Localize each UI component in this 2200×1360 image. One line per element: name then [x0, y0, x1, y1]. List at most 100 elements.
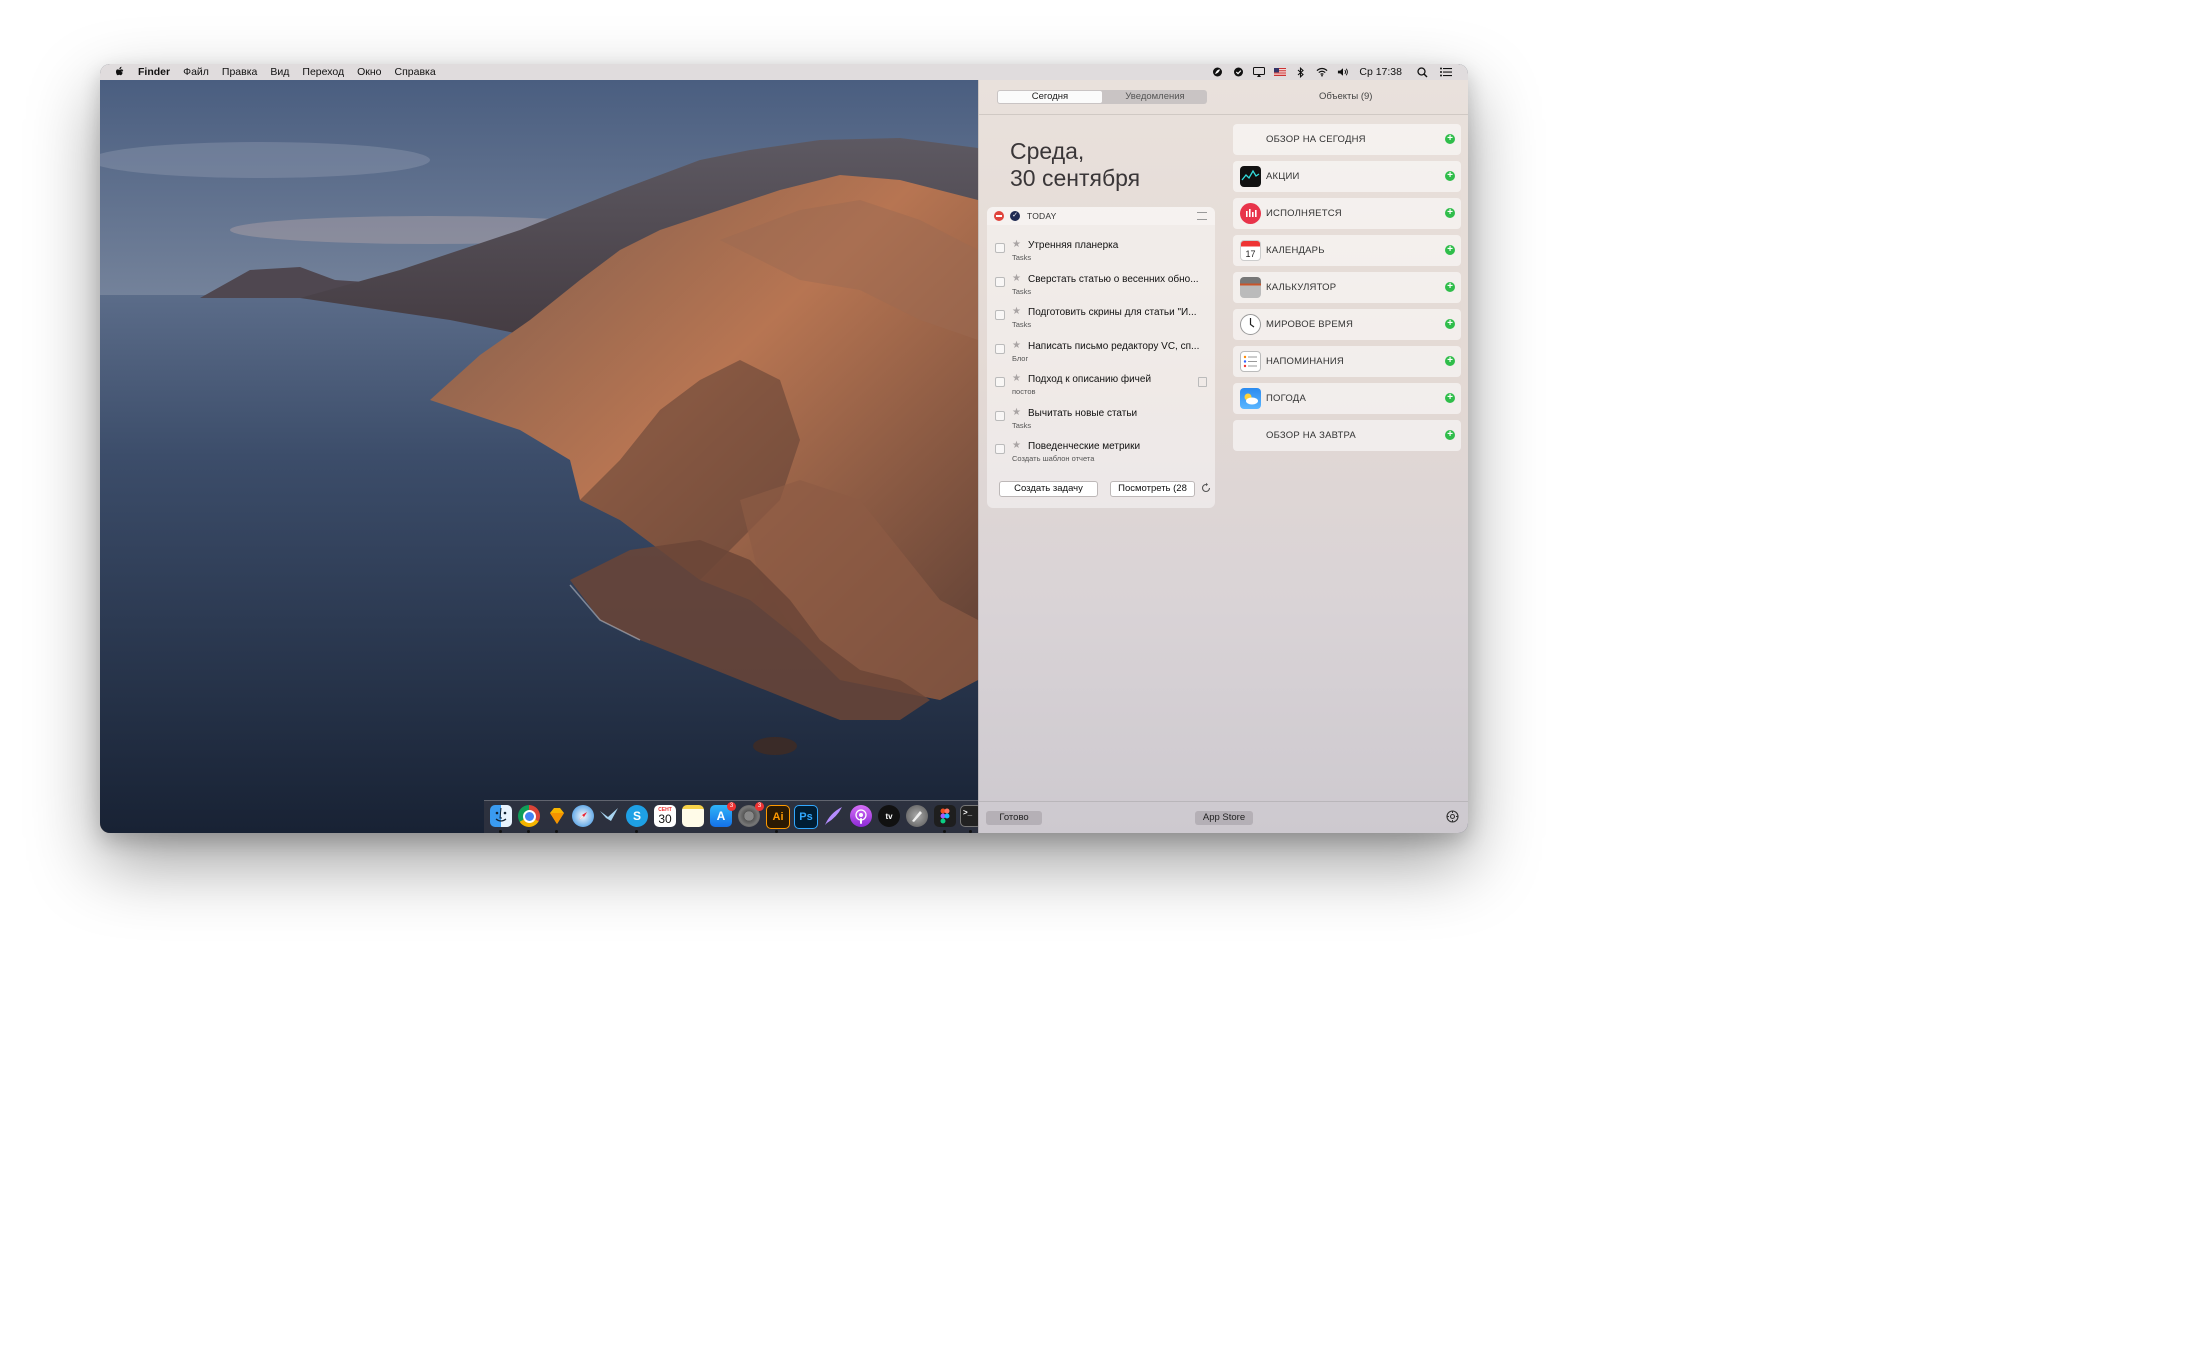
search-icon[interactable]	[1416, 66, 1428, 77]
object-label: ОБЗОР НА ЗАВТРА	[1266, 430, 1356, 441]
nc-header-divider	[979, 114, 1468, 115]
add-icon[interactable]: +	[1445, 245, 1455, 255]
task-item[interactable]: ★ Написать письмо редактору VC, сп... Бл…	[987, 339, 1215, 371]
task-title: Поведенческие метрики	[1028, 441, 1141, 452]
star-icon[interactable]: ★	[1012, 273, 1021, 285]
skype-icon[interactable]: S	[626, 805, 648, 827]
calendar-icon[interactable]: СЕНТ 30	[654, 805, 676, 827]
us-flag-icon[interactable]	[1274, 67, 1287, 77]
task-item[interactable]: ★ Подготовить скрины для статьи "И... Ta…	[987, 305, 1215, 337]
remove-widget-icon[interactable]	[994, 211, 1004, 221]
task-title: Написать письмо редактору VC, сп...	[1028, 341, 1200, 352]
airplay-icon[interactable]	[1253, 67, 1266, 77]
reminders-icon	[1240, 351, 1261, 372]
photoshop-icon[interactable]: Ps	[794, 805, 818, 829]
task-checkbox[interactable]	[995, 277, 1005, 287]
object-calculator[interactable]: КАЛЬКУЛЯТОР +	[1233, 272, 1461, 303]
object-weather[interactable]: ПОГОДА +	[1233, 383, 1461, 414]
chrome-icon[interactable]	[518, 805, 540, 827]
finder-icon[interactable]	[490, 805, 512, 827]
sketch-icon[interactable]	[546, 805, 568, 827]
migrate-icon[interactable]	[598, 805, 620, 827]
star-icon[interactable]: ★	[1012, 407, 1021, 419]
tab-notifications[interactable]: Уведомления	[1103, 90, 1207, 104]
view-tasks-button[interactable]: Посмотреть (28	[1110, 481, 1195, 497]
object-overview-tomorrow[interactable]: ОБЗОР НА ЗАВТРА +	[1233, 420, 1461, 451]
refresh-icon[interactable]	[1200, 482, 1212, 494]
task-item[interactable]: ★ Сверстать статью о весенних обно... Ta…	[987, 272, 1215, 304]
app-store-button[interactable]: App Store	[1195, 811, 1253, 825]
add-icon[interactable]: +	[1445, 356, 1455, 366]
add-icon[interactable]: +	[1445, 171, 1455, 181]
menu-view[interactable]: Вид	[270, 66, 289, 78]
menu-file[interactable]: Файл	[183, 66, 209, 78]
star-icon[interactable]: ★	[1012, 340, 1021, 352]
tab-today[interactable]: Сегодня	[998, 91, 1102, 103]
task-title: Сверстать статью о весенних обно...	[1028, 274, 1199, 285]
bluetooth-icon[interactable]	[1295, 66, 1307, 78]
task-item[interactable]: ★ Утренняя планерка Tasks	[987, 238, 1215, 270]
add-icon[interactable]: +	[1445, 319, 1455, 329]
task-checkbox[interactable]	[995, 243, 1005, 253]
menubar-clock[interactable]: Ср 17:38	[1359, 66, 1402, 78]
task-title: Подход к описанию фичей	[1028, 374, 1152, 385]
task-checkbox[interactable]	[995, 310, 1005, 320]
terminal-running-dot	[969, 830, 972, 833]
object-calendar[interactable]: 17 КАЛЕНДАРЬ +	[1233, 235, 1461, 266]
object-world-clock[interactable]: МИРОВОЕ ВРЕМЯ +	[1233, 309, 1461, 340]
add-icon[interactable]: +	[1445, 393, 1455, 403]
star-icon[interactable]: ★	[1012, 239, 1021, 251]
date-weekday: Среда,	[1010, 138, 1085, 164]
menu-window[interactable]: Окно	[357, 66, 381, 78]
date-day: 30 сентября	[1010, 165, 1141, 191]
add-icon[interactable]: +	[1445, 430, 1455, 440]
task-checkbox[interactable]	[995, 444, 1005, 454]
drag-handle-icon[interactable]	[1197, 212, 1207, 220]
task-checkbox[interactable]	[995, 344, 1005, 354]
shield-check-icon[interactable]	[1232, 67, 1244, 77]
star-icon[interactable]: ★	[1012, 306, 1021, 318]
menu-go[interactable]: Переход	[302, 66, 344, 78]
system-preferences-badge: 3	[755, 802, 764, 811]
menu-help[interactable]: Справка	[395, 66, 436, 78]
task-item[interactable]: ★ Подход к описанию фичей постов	[987, 372, 1215, 404]
world-clock-icon	[1240, 314, 1261, 335]
add-icon[interactable]: +	[1445, 208, 1455, 218]
apple-tv-icon[interactable]: tv	[878, 805, 900, 827]
task-title: Утренняя планерка	[1028, 240, 1119, 251]
add-icon[interactable]: +	[1445, 282, 1455, 292]
volume-icon[interactable]	[1337, 67, 1349, 77]
star-icon[interactable]: ★	[1012, 440, 1021, 452]
leaf-icon[interactable]	[1211, 67, 1223, 77]
apple-icon[interactable]	[114, 66, 126, 78]
notes-icon[interactable]	[682, 805, 704, 827]
object-label: ПОГОДА	[1266, 393, 1306, 404]
notification-list-icon[interactable]	[1440, 67, 1452, 77]
menu-finder[interactable]: Finder	[138, 66, 170, 78]
task-item[interactable]: ★ Поведенческие метрики Создать шаблон о…	[987, 439, 1215, 471]
safari-icon[interactable]	[572, 805, 594, 827]
task-checkbox[interactable]	[995, 377, 1005, 387]
calendar-icon: 17	[1240, 240, 1261, 261]
task-checkbox[interactable]	[995, 411, 1005, 421]
launchpad-icon[interactable]	[906, 805, 928, 827]
object-overview-today[interactable]: ОБЗОР НА СЕГОДНЯ +	[1233, 124, 1461, 155]
done-button[interactable]: Готово	[986, 811, 1042, 825]
quill-icon[interactable]	[822, 805, 844, 827]
object-stocks[interactable]: АКЦИИ +	[1233, 161, 1461, 192]
object-label: ОБЗОР НА СЕГОДНЯ	[1266, 134, 1366, 145]
add-icon[interactable]: +	[1445, 134, 1455, 144]
gear-icon[interactable]	[1446, 810, 1459, 823]
task-item[interactable]: ★ Вычитать новые статьи Tasks	[987, 406, 1215, 438]
wifi-icon[interactable]	[1316, 67, 1328, 77]
menu-edit[interactable]: Правка	[222, 66, 257, 78]
create-task-button[interactable]: Создать задачу	[999, 481, 1098, 497]
star-icon[interactable]: ★	[1012, 373, 1021, 385]
object-now-playing[interactable]: ИСПОЛНЯЕТСЯ +	[1233, 198, 1461, 229]
task-project: Создать шаблон отчета	[1012, 454, 1095, 463]
podcasts-icon[interactable]	[850, 805, 872, 827]
stocks-icon	[1240, 166, 1261, 187]
illustrator-icon[interactable]: Ai	[766, 805, 790, 829]
figma-icon[interactable]	[934, 805, 956, 827]
object-reminders[interactable]: НАПОМИНАНИЯ +	[1233, 346, 1461, 377]
